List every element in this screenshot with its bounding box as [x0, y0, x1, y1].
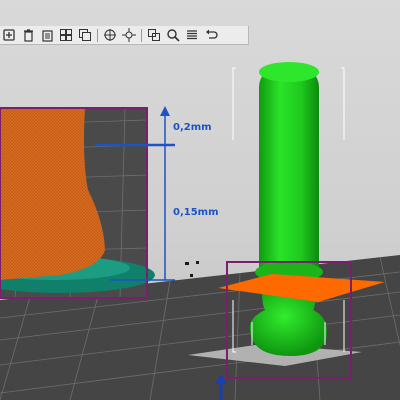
3d-viewport[interactable]: 0,2mm 0,15mm — [0, 0, 400, 400]
layers-icon[interactable] — [184, 27, 200, 43]
layer-height-top-label: 0,2mm — [173, 122, 212, 133]
3d-scene[interactable] — [0, 0, 400, 400]
add-icon[interactable] — [1, 27, 17, 43]
layer-height-bottom-label: 0,15mm — [173, 207, 219, 218]
arrange-icon[interactable] — [58, 27, 74, 43]
toolbar-separator — [141, 28, 142, 42]
zoom-inset — [0, 107, 155, 299]
instances-icon[interactable] — [102, 27, 118, 43]
bed-texture — [185, 261, 199, 277]
copy-icon[interactable] — [77, 27, 93, 43]
green-model[interactable] — [249, 62, 328, 356]
split-icon[interactable] — [121, 27, 137, 43]
delete-all-icon[interactable] — [39, 27, 55, 43]
toolbar-separator — [97, 28, 98, 42]
undo-icon[interactable] — [203, 27, 219, 43]
top-toolbar — [0, 26, 249, 45]
search-icon[interactable] — [165, 27, 181, 43]
layers-editing-icon[interactable] — [146, 27, 162, 43]
delete-icon[interactable] — [20, 27, 36, 43]
